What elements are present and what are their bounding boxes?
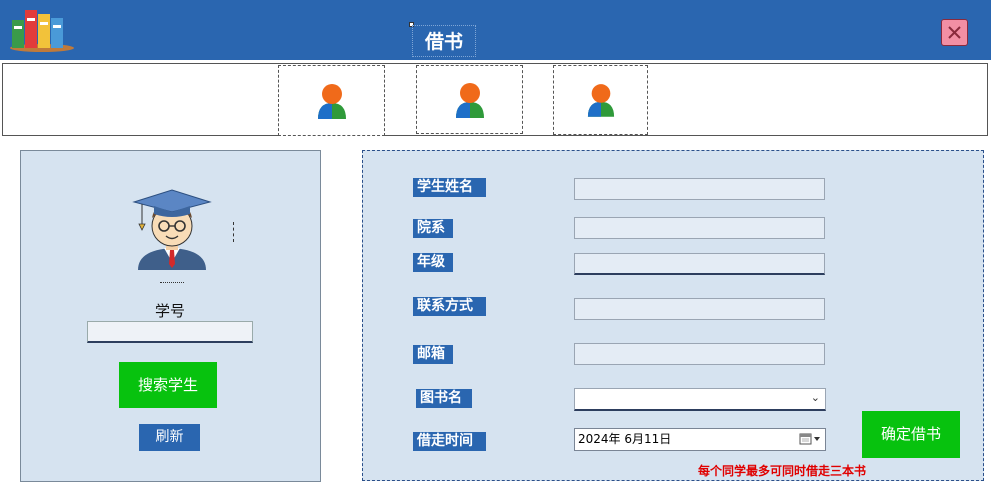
close-icon [948,26,961,39]
search-student-button[interactable]: 搜索学生 [119,362,217,408]
grade-field[interactable] [574,253,825,275]
window-title: 借书 [412,25,476,57]
student-slot-1[interactable] [278,65,385,136]
student-slot-3[interactable] [553,65,648,135]
contact-field[interactable] [574,298,825,320]
borrow-limit-note: 每个同学最多可同时借走三本书 [698,464,867,478]
refresh-button[interactable]: 刷新 [139,424,200,451]
student-slot-2[interactable] [416,65,523,134]
student-id-input[interactable] [87,321,253,343]
title-bar [0,0,991,60]
department-label: 院系 [413,219,453,238]
user-icon [317,83,346,119]
books-logo-icon [8,8,74,54]
chevron-down-icon[interactable]: ⌄ [811,391,820,404]
book-name-label: 图书名 [416,389,472,408]
borrow-date-picker[interactable]: 2024年 6月11日 [574,428,826,451]
close-button[interactable] [941,19,968,46]
contact-label: 联系方式 [413,297,486,316]
graduate-avatar-icon [132,188,212,270]
email-field[interactable] [574,343,825,365]
email-label: 邮箱 [413,345,453,364]
grade-label: 年级 [413,253,453,272]
student-id-label: 学号 [154,302,185,320]
student-name-field[interactable] [574,178,825,200]
avatar-caption-line [160,282,184,283]
book-name-select[interactable]: ⌄ [574,388,826,411]
user-icon [587,84,614,117]
user-icon [455,82,484,118]
calendar-icon[interactable] [799,432,821,453]
divider [233,222,234,242]
student-name-label: 学生姓名 [413,178,486,197]
confirm-borrow-button[interactable]: 确定借书 [862,411,960,458]
department-field[interactable] [574,217,825,239]
borrow-date-value: 2024年 6月11日 [578,432,672,446]
borrow-time-label: 借走时间 [413,432,486,451]
